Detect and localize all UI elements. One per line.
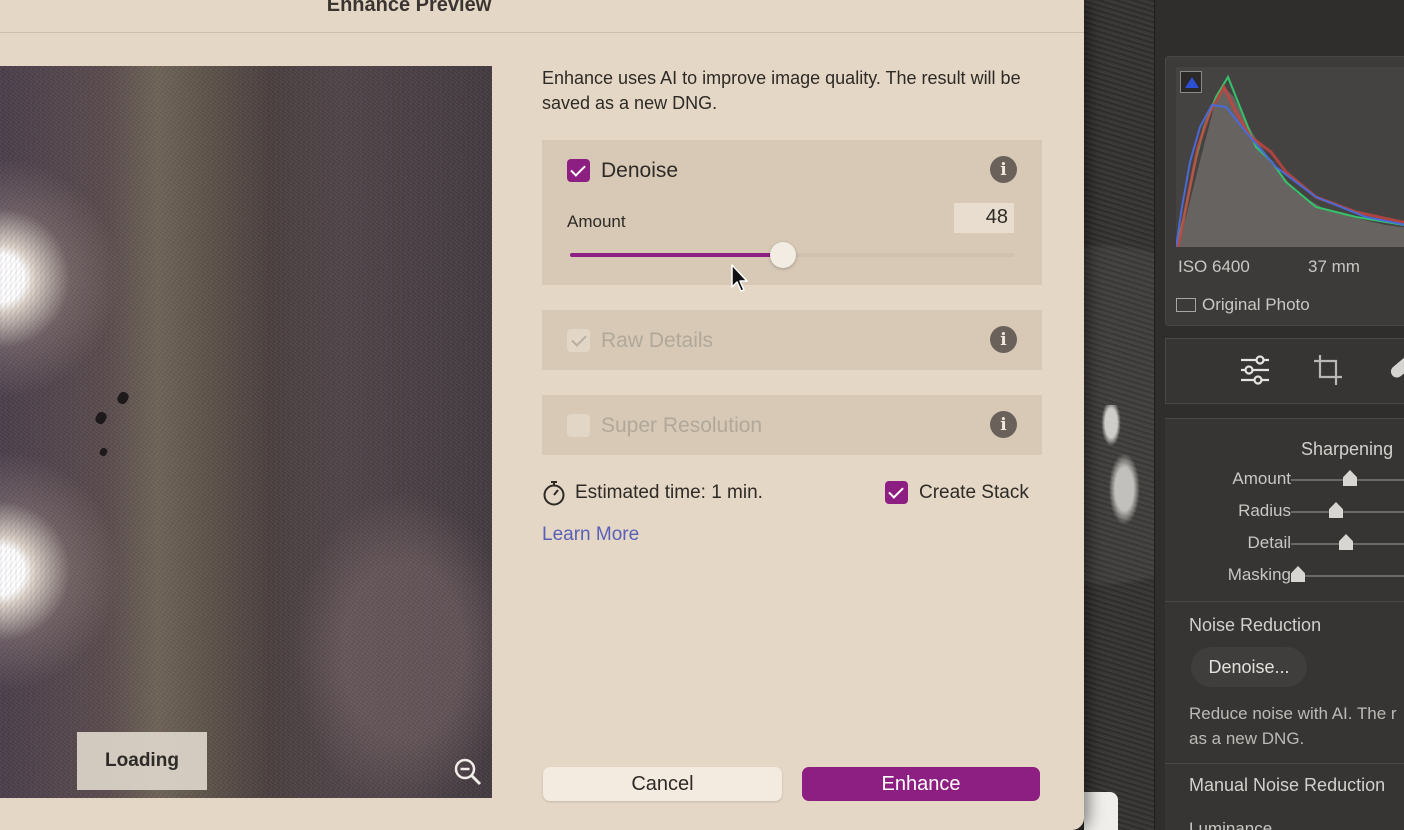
raw-details-info-icon[interactable]: i: [990, 326, 1017, 353]
title-separator: [0, 32, 1084, 33]
zoom-out-icon[interactable]: [452, 756, 484, 788]
iso-readout: ISO 6400: [1178, 257, 1250, 276]
amount-label: Amount: [567, 212, 626, 231]
super-resolution-option-card: Super Resolution i: [542, 395, 1042, 455]
enhance-button[interactable]: Enhance: [802, 767, 1040, 801]
sharpening-detail-slider[interactable]: Detail: [1165, 533, 1404, 553]
super-resolution-info-icon[interactable]: i: [990, 411, 1017, 438]
stopwatch-icon: [543, 481, 565, 506]
denoise-info-icon[interactable]: i: [990, 156, 1017, 183]
histogram-panel: ISO 6400 37 mm Original Photo: [1165, 56, 1404, 326]
original-photo-toggle[interactable]: Original Photo: [1176, 295, 1310, 315]
denoise-button[interactable]: Denoise...: [1191, 647, 1307, 687]
highlight-clipping-icon[interactable]: [1180, 71, 1202, 93]
loading-badge: Loading: [77, 732, 207, 790]
intro-text: Enhance uses AI to improve image quality…: [542, 68, 1021, 113]
original-photo-checkbox[interactable]: [1176, 298, 1196, 312]
lightroom-edit-panel: ISO 6400 37 mm Original Photo Sharpening…: [1154, 0, 1404, 830]
manual-noise-reduction-title[interactable]: Manual Noise Reduction: [1189, 775, 1385, 796]
description-line: Reduce noise with AI. The r: [1189, 704, 1397, 723]
noise-reduction-description: Reduce noise with AI. The r as a new DNG…: [1189, 701, 1397, 751]
tool-strip: [1165, 338, 1404, 404]
amount-value-field[interactable]: 48: [954, 203, 1014, 233]
slider-label: Masking: [1227, 565, 1291, 584]
edit-sliders-icon[interactable]: [1238, 353, 1272, 387]
slider-thumb[interactable]: [1343, 470, 1357, 486]
preview-noise-texture: [0, 66, 492, 798]
background-photo-corner: [1084, 792, 1118, 830]
sharpening-radius-slider[interactable]: Radius: [1165, 501, 1404, 521]
denoise-label: Denoise: [601, 159, 679, 182]
image-preview[interactable]: Loading: [0, 66, 492, 798]
amount-slider-thumb[interactable]: [770, 242, 797, 268]
create-stack-checkbox[interactable]: [885, 481, 908, 504]
divider: [1165, 601, 1404, 602]
divider: [1165, 763, 1404, 764]
slider-track[interactable]: [1291, 575, 1404, 577]
slider-thumb[interactable]: [1339, 534, 1353, 550]
slider-label: Radius: [1238, 501, 1291, 520]
amount-slider-fill: [570, 253, 784, 257]
super-resolution-checkbox[interactable]: [567, 414, 590, 437]
raw-details-option-card: Raw Details i: [542, 310, 1042, 370]
learn-more-link[interactable]: Learn More: [542, 524, 639, 546]
denoise-checkbox[interactable]: [567, 159, 590, 182]
slider-label: Detail: [1247, 533, 1291, 552]
slider-thumb[interactable]: [1291, 566, 1305, 582]
create-stack-label[interactable]: Create Stack: [919, 482, 1029, 504]
crop-icon[interactable]: [1312, 353, 1344, 387]
slider-label: Amount: [1232, 469, 1291, 488]
histogram: [1176, 67, 1404, 247]
original-photo-label: Original Photo: [1202, 295, 1310, 314]
noise-reduction-title: Noise Reduction: [1189, 615, 1322, 635]
slider-thumb[interactable]: [1329, 502, 1343, 518]
slider-track[interactable]: [1291, 511, 1404, 513]
dialog-title: Enhance Preview: [326, 0, 492, 16]
background-photo-highlight: [1088, 405, 1154, 525]
description-line: as a new DNG.: [1189, 729, 1305, 748]
amount-slider[interactable]: [570, 242, 1014, 268]
detail-section: Sharpening Amount Radius Detail Masking …: [1165, 418, 1404, 830]
focal-length-readout: 37 mm: [1308, 257, 1360, 276]
estimated-time: Estimated time: 1 min.: [542, 480, 763, 506]
mouse-cursor-icon: [731, 264, 748, 292]
raw-details-label: Raw Details: [601, 329, 714, 352]
estimated-time-text: Estimated time: 1 min.: [575, 482, 763, 503]
cancel-button[interactable]: Cancel: [543, 767, 782, 801]
sharpening-amount-slider[interactable]: Amount: [1165, 469, 1404, 489]
sharpening-title: Sharpening: [1301, 439, 1394, 459]
super-resolution-label: Super Resolution: [601, 414, 763, 437]
sharpening-masking-slider[interactable]: Masking: [1165, 565, 1404, 585]
healing-bandage-icon[interactable]: [1384, 353, 1404, 387]
luminance-label: Luminance: [1189, 819, 1273, 830]
raw-details-checkbox[interactable]: [567, 329, 590, 352]
denoise-option-card: Denoise i Amount 48: [542, 140, 1042, 285]
enhance-preview-dialog: Enhance Preview Loading Enhance uses AI …: [0, 0, 1084, 830]
